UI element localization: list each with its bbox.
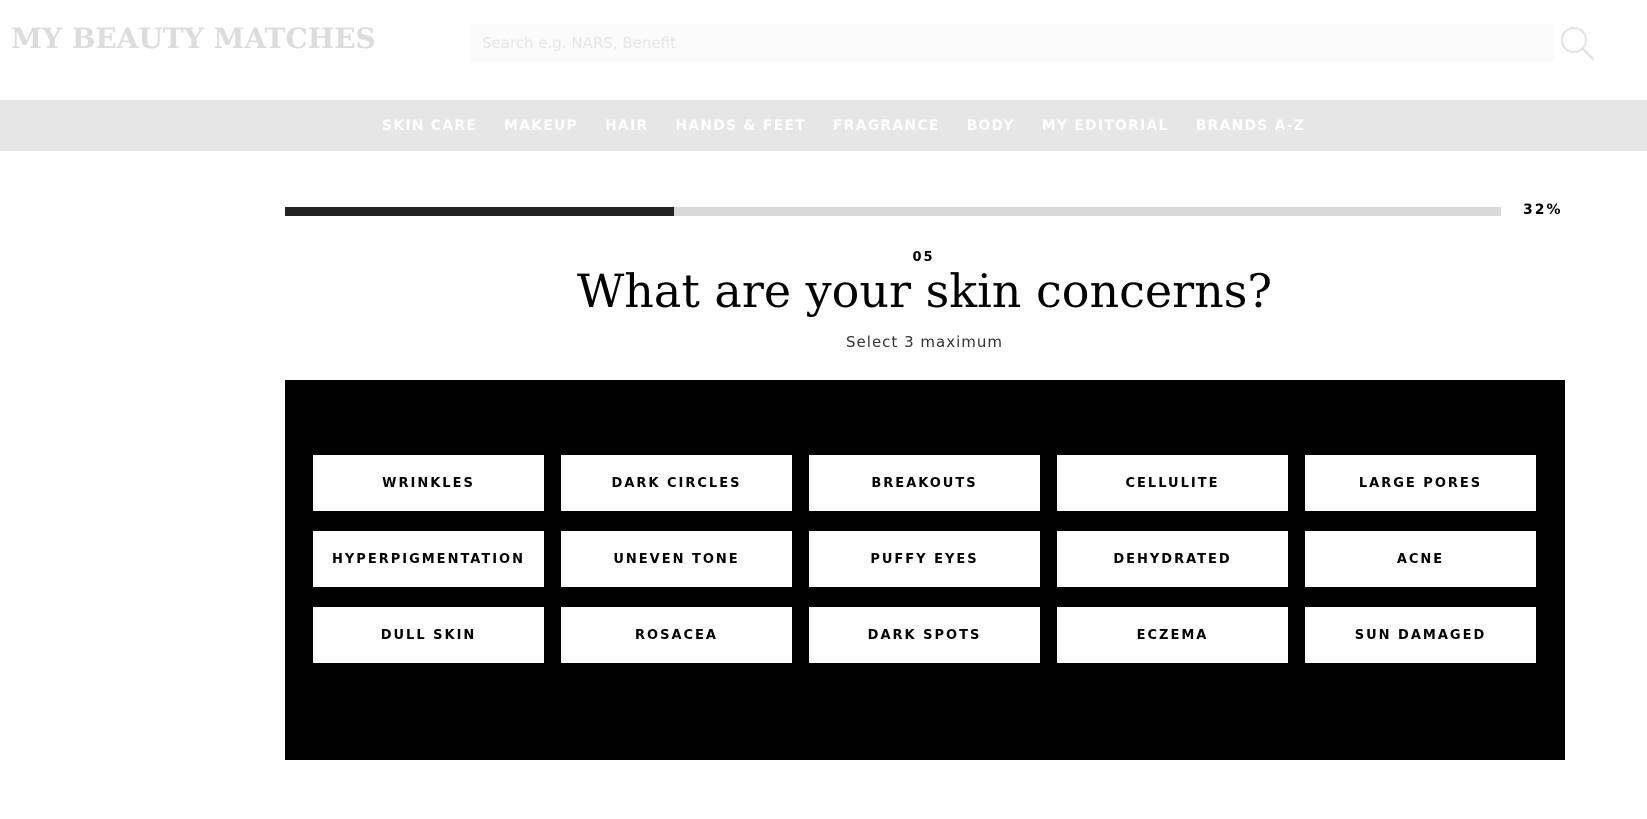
nav-list: SKIN CARE MAKEUP HAIR HANDS & FEET FRAGR… <box>382 100 1305 151</box>
nav-item-body[interactable]: BODY <box>967 118 1015 134</box>
nav-item-fragrance[interactable]: FRAGRANCE <box>833 118 940 134</box>
question-title: What are your skin concerns? <box>576 264 1272 318</box>
skin-concern-options-grid: WRINKLES DARK CIRCLES BREAKOUTS CELLULIT… <box>313 455 1536 663</box>
option-dehydrated[interactable]: DEHYDRATED <box>1057 531 1288 587</box>
option-dull-skin[interactable]: DULL SKIN <box>313 607 544 663</box>
option-puffy-eyes[interactable]: PUFFY EYES <box>809 531 1040 587</box>
nav-item-makeup[interactable]: MAKEUP <box>504 118 578 134</box>
option-rosacea[interactable]: ROSACEA <box>561 607 792 663</box>
option-acne[interactable]: ACNE <box>1305 531 1536 587</box>
nav-item-my-editorial[interactable]: MY EDITORIAL <box>1042 118 1169 134</box>
quiz-progress-bar <box>285 207 1501 216</box>
nav-item-brands-a-z[interactable]: BRANDS A-Z <box>1196 118 1305 134</box>
site-header: MY BEAUTY MATCHES <box>0 0 1647 100</box>
skin-concern-options-panel: WRINKLES DARK CIRCLES BREAKOUTS CELLULIT… <box>285 380 1565 760</box>
quiz-progress-fill <box>285 207 675 216</box>
search-input[interactable] <box>470 24 1555 62</box>
option-dark-spots[interactable]: DARK SPOTS <box>809 607 1040 663</box>
nav-item-skin-care[interactable]: SKIN CARE <box>382 118 477 134</box>
option-large-pores[interactable]: LARGE PORES <box>1305 455 1536 511</box>
site-logo[interactable]: MY BEAUTY MATCHES <box>11 22 376 55</box>
option-uneven-tone[interactable]: UNEVEN TONE <box>561 531 792 587</box>
option-dark-circles[interactable]: DARK CIRCLES <box>561 455 792 511</box>
quiz-progress-label: 32% <box>1523 202 1563 218</box>
search-icon[interactable] <box>1558 24 1596 62</box>
option-breakouts[interactable]: BREAKOUTS <box>809 455 1040 511</box>
question-subtitle: Select 3 maximum <box>846 333 1003 351</box>
option-hyperpigmentation[interactable]: HYPERPIGMENTATION <box>313 531 544 587</box>
option-sun-damaged[interactable]: SUN DAMAGED <box>1305 607 1536 663</box>
option-wrinkles[interactable]: WRINKLES <box>313 455 544 511</box>
option-eczema[interactable]: ECZEMA <box>1057 607 1288 663</box>
question-number: 05 <box>912 250 935 265</box>
main-nav: SKIN CARE MAKEUP HAIR HANDS & FEET FRAGR… <box>0 100 1647 151</box>
option-cellulite[interactable]: CELLULITE <box>1057 455 1288 511</box>
nav-item-hair[interactable]: HAIR <box>605 118 648 134</box>
nav-item-hands-feet[interactable]: HANDS & FEET <box>675 118 806 134</box>
